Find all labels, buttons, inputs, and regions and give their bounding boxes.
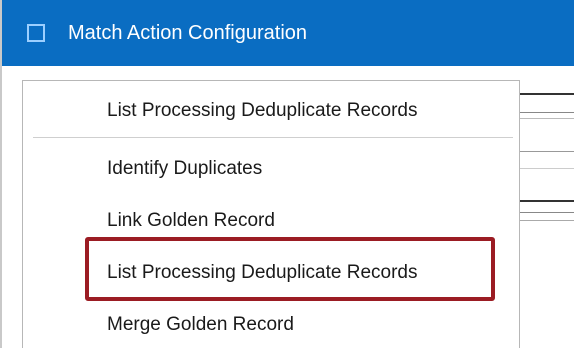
background-line: [512, 200, 574, 202]
menu-item-link-golden-record[interactable]: Link Golden Record: [23, 195, 519, 247]
background-line: [512, 93, 574, 95]
menu-item-label: Merge Golden Record: [107, 314, 294, 335]
menu-item-merge-golden-record[interactable]: Merge Golden Record: [23, 299, 519, 348]
background-line: [512, 118, 574, 119]
menu-item-label: List Processing Deduplicate Records: [107, 262, 418, 283]
background-line: [512, 151, 574, 152]
menu-current-selection[interactable]: List Processing Deduplicate Records: [23, 85, 519, 137]
menu-current-label: List Processing Deduplicate Records: [107, 100, 418, 121]
action-dropdown-menu: List Processing Deduplicate Records Iden…: [22, 80, 520, 348]
menu-item-label: Identify Duplicates: [107, 158, 263, 179]
window-title: Match Action Configuration: [68, 22, 308, 44]
window-icon: [27, 24, 45, 42]
match-action-configuration-window: Match Action Configuration List Processi…: [0, 0, 574, 348]
menu-item-identify-duplicates[interactable]: Identify Duplicates: [23, 143, 519, 195]
menu-item-label: Link Golden Record: [107, 210, 275, 231]
background-line: [512, 212, 574, 213]
background-line: [512, 168, 574, 169]
menu-separator: [33, 137, 513, 138]
background-line: [512, 112, 574, 113]
title-bar: Match Action Configuration: [2, 0, 574, 66]
background-line: [512, 220, 574, 221]
menu-item-list-processing-deduplicate-records[interactable]: List Processing Deduplicate Records: [23, 247, 519, 299]
